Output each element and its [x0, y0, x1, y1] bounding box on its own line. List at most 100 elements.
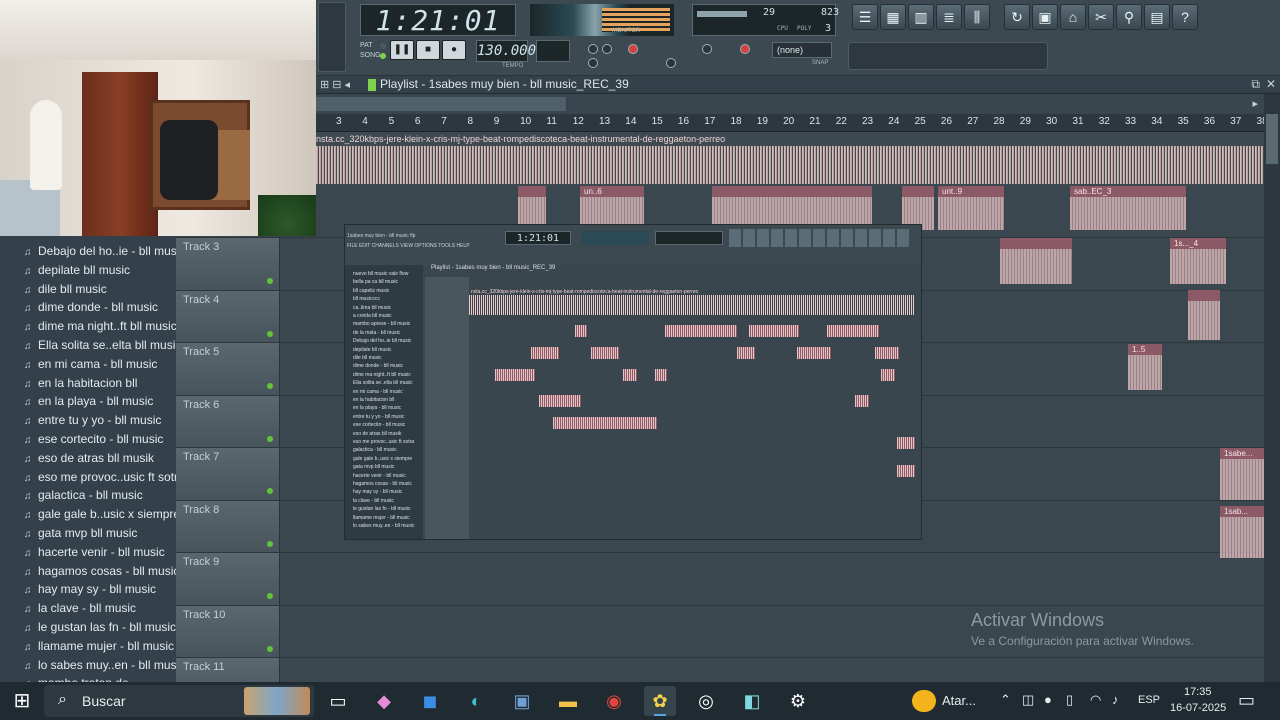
- tray-volume-icon[interactable]: ♪: [1112, 692, 1119, 707]
- pattern-display[interactable]: [536, 40, 570, 62]
- track-header[interactable]: Track 10: [176, 605, 280, 658]
- windows-start-icon[interactable]: ⊞: [0, 682, 44, 720]
- tray-chevron-icon[interactable]: ⌃: [1000, 692, 1011, 708]
- piano-roll-icon[interactable]: ▥: [908, 4, 934, 30]
- browser-item[interactable]: hay may sy - bll music: [38, 582, 176, 600]
- track-header[interactable]: Track 7: [176, 448, 280, 500]
- browser-item[interactable]: llamame mujer - bll music: [38, 639, 176, 657]
- taskbar-search[interactable]: ⌕ Buscar: [44, 685, 314, 717]
- track-mute-led[interactable]: [267, 278, 273, 284]
- copilot-icon[interactable]: ◆: [368, 686, 400, 716]
- loop-icon[interactable]: [666, 58, 676, 68]
- browser-item[interactable]: hagamos cosas - bll music: [38, 564, 176, 582]
- clip[interactable]: 1sabe...: [1220, 448, 1264, 500]
- browser-item[interactable]: dime donde - bll music: [38, 300, 176, 318]
- scissors-icon[interactable]: ✂: [1088, 4, 1114, 30]
- track-header[interactable]: Track 8: [176, 500, 280, 553]
- track-header[interactable]: Track 4: [176, 290, 280, 343]
- vertical-scroll-thumb[interactable]: [1266, 114, 1278, 164]
- clip[interactable]: [1000, 238, 1072, 284]
- browser-item[interactable]: eso de atras bll musik: [38, 451, 176, 469]
- file-explorer-icon[interactable]: ▬: [552, 686, 584, 716]
- song-time-display[interactable]: 1:21:01: [360, 4, 516, 37]
- chrome-icon[interactable]: ◉: [598, 686, 630, 716]
- browser-item[interactable]: lo sabes muy..en - bll music: [38, 658, 176, 676]
- search-input[interactable]: Buscar: [82, 693, 126, 709]
- track-mute-led[interactable]: [267, 383, 273, 389]
- tray-mic-icon[interactable]: ●: [1044, 692, 1052, 707]
- document-icon[interactable]: ▤: [1144, 4, 1170, 30]
- browser-item[interactable]: ese cortecito - bll music: [38, 432, 176, 450]
- record-button[interactable]: ●: [442, 40, 466, 60]
- browser-icon[interactable]: ≣: [936, 4, 962, 30]
- tray-language[interactable]: ESP: [1138, 694, 1160, 706]
- wait-icon[interactable]: [602, 44, 612, 54]
- browser-item[interactable]: la clave - bll music: [38, 601, 176, 619]
- playlist-play-icon[interactable]: [368, 79, 376, 91]
- record-mode-icon[interactable]: [740, 44, 750, 54]
- browser-item[interactable]: Debajo del ho..ie - bll music: [38, 244, 176, 262]
- browser-item[interactable]: en la playa - bll music: [38, 394, 176, 412]
- browser-item[interactable]: dime ma night..ft bll music: [38, 319, 176, 337]
- playlist-menu-icon[interactable]: ⊞ ⊟ ◂: [320, 78, 350, 91]
- scroll-right-icon[interactable]: ▸: [1252, 97, 1258, 110]
- browser-item[interactable]: en mi cama - bll music: [38, 357, 176, 375]
- browser-item[interactable]: le gustan las fn - bll music: [38, 620, 176, 638]
- browser-item[interactable]: hacerte venir - bll music: [38, 545, 176, 563]
- obs-icon[interactable]: ◎: [690, 686, 722, 716]
- timeline-ruler[interactable]: 3 4 5 6 7 8 9 10 11 12 13 14 15 16 17 18 19 20 21 22 23 24 25 2…: [316, 114, 1280, 132]
- metronome-icon[interactable]: [588, 44, 598, 54]
- tray-wifi-icon[interactable]: ◠: [1090, 692, 1101, 708]
- playlist-window-icon[interactable]: ☰: [852, 4, 878, 30]
- rec-mode-icon[interactable]: [628, 44, 638, 54]
- control-panel-icon[interactable]: ▣: [506, 686, 538, 716]
- vertical-scrollbar[interactable]: [1264, 94, 1280, 684]
- browser-item[interactable]: eso me provoc..usic ft sotra: [38, 470, 176, 488]
- edge-icon[interactable]: ◐: [460, 686, 492, 716]
- track-mute-led[interactable]: [267, 540, 273, 547]
- lock-icon[interactable]: ⌂: [1060, 4, 1086, 30]
- notification-icon[interactable]: ▭: [1238, 690, 1255, 711]
- master-volume-slider[interactable]: [318, 2, 346, 72]
- tray-battery-icon[interactable]: ▯: [1066, 692, 1073, 708]
- blend-icon[interactable]: [588, 58, 598, 68]
- track-mute-led[interactable]: [267, 435, 273, 442]
- stop-button[interactable]: ■: [416, 40, 440, 60]
- help-icon[interactable]: ?: [1172, 4, 1198, 30]
- tray-camera-icon[interactable]: ◫: [1022, 692, 1034, 708]
- clip[interactable]: unt..9: [938, 186, 1004, 230]
- refresh-icon[interactable]: ↻: [1004, 4, 1030, 30]
- song-mode-dot[interactable]: [380, 53, 386, 59]
- save-icon[interactable]: ▣: [1032, 4, 1058, 30]
- browser-item[interactable]: depilate bll music: [38, 263, 176, 281]
- track-header[interactable]: Track 5: [176, 343, 280, 395]
- notes-icon[interactable]: ◧: [736, 686, 768, 716]
- clip[interactable]: [1188, 290, 1220, 340]
- window-restore-icon[interactable]: ⧉: [1251, 77, 1260, 92]
- clip[interactable]: 1..5: [1128, 344, 1162, 390]
- clip[interactable]: 1sab...: [1220, 506, 1264, 558]
- zoom-icon[interactable]: ⚲: [1116, 4, 1142, 30]
- weather-icon[interactable]: [912, 690, 936, 712]
- nested-fl-window[interactable]: 1sabes muy bien - bll music flp FILE EDI…: [344, 224, 922, 540]
- track-mute-led[interactable]: [267, 593, 273, 599]
- clip[interactable]: 1s..._4: [1170, 238, 1226, 284]
- browser-item[interactable]: gata mvp bll music: [38, 526, 176, 544]
- clip[interactable]: sab..EC_3: [1070, 186, 1186, 230]
- tempo-display[interactable]: 130.000: [476, 40, 536, 62]
- step-sequencer-icon[interactable]: ▦: [880, 4, 906, 30]
- track-header[interactable]: Track 9: [176, 553, 280, 605]
- browser-item[interactable]: gale gale b..usic x siempre: [38, 507, 176, 525]
- browser-item[interactable]: galactica - bll music: [38, 488, 176, 506]
- track-header[interactable]: Track 3: [176, 238, 280, 290]
- pause-button[interactable]: ❚❚: [390, 40, 414, 60]
- horizontal-scroll-thumb[interactable]: [316, 97, 566, 111]
- settings-icon[interactable]: ⚙: [782, 686, 814, 716]
- pat-mode-dot[interactable]: [380, 43, 386, 49]
- fl-studio-icon[interactable]: ✿: [644, 686, 676, 716]
- mixer-icon[interactable]: ⫼: [964, 4, 990, 30]
- snap-select[interactable]: (none): [772, 42, 832, 58]
- clock-time[interactable]: 17:35: [1184, 686, 1212, 698]
- browser-item[interactable]: dile bll music: [38, 282, 176, 300]
- task-view-icon[interactable]: ▭: [322, 686, 354, 716]
